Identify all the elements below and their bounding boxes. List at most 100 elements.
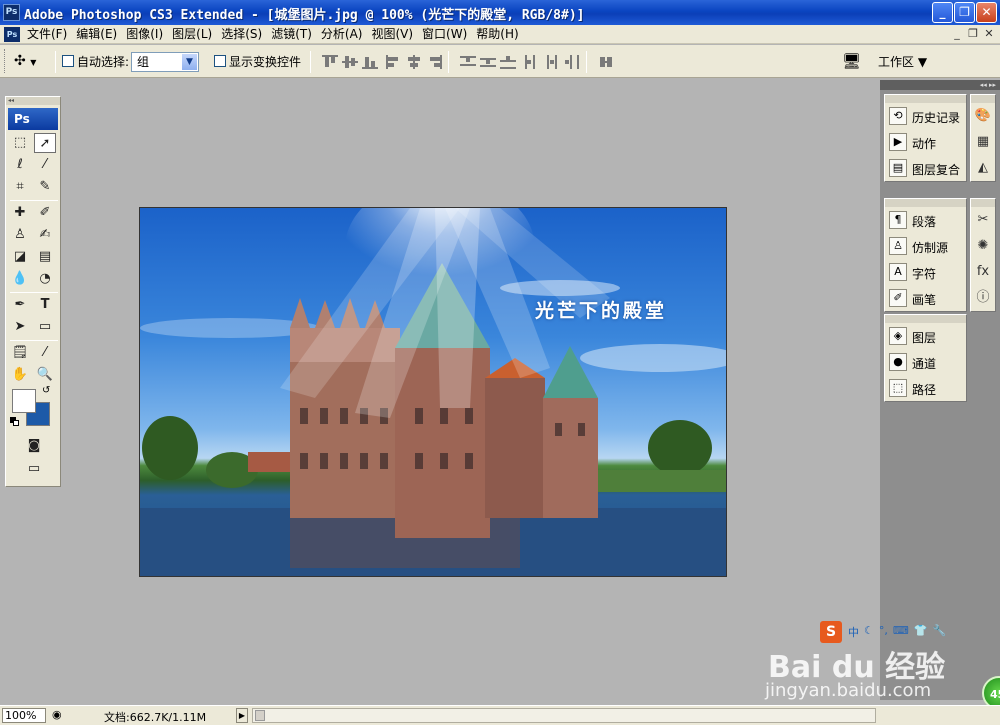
menu-analysis[interactable]: 分析(A) (318, 27, 369, 42)
dock-collapse-icon[interactable]: ◂◂ ▸▸ (880, 80, 1000, 90)
menu-file[interactable]: 文件(F) (24, 27, 73, 42)
document-icon[interactable]: Ps (4, 27, 20, 42)
scrollbar-thumb[interactable] (255, 710, 265, 721)
brush-tool-icon[interactable]: ✐ (34, 203, 56, 223)
panel-group-grip[interactable] (971, 95, 995, 103)
default-colors-icon[interactable] (10, 417, 20, 427)
pen-tool-icon[interactable]: ✒ (9, 295, 31, 315)
status-menu-arrow-icon[interactable]: ▶ (236, 708, 248, 723)
panel-layers[interactable]: ◈ 图层 (885, 323, 966, 349)
align-horizontal-center-icon[interactable] (406, 55, 422, 69)
doc-close-button[interactable]: ✕ (982, 27, 996, 41)
distribute-vertical-center-icon[interactable] (480, 55, 496, 69)
ps-logo[interactable]: Ps (8, 108, 58, 130)
marquee-tool-icon[interactable]: ⬚ (9, 133, 31, 153)
move-tool-preset-icon[interactable]: ✣ ▼ (14, 51, 50, 71)
move-tool-icon[interactable]: ➚ (34, 133, 56, 153)
keyboard-icon[interactable]: ⌨ (893, 624, 909, 640)
restore-button[interactable]: ❐ (954, 2, 975, 23)
menu-edit[interactable]: 编辑(E) (73, 27, 123, 42)
options-grip[interactable] (4, 49, 7, 73)
hand-tool-icon[interactable]: ✋ (9, 365, 31, 385)
align-right-icon[interactable] (426, 55, 442, 69)
tool-presets-icon[interactable]: ✂ (971, 207, 995, 233)
panel-character[interactable]: A 字符 (885, 259, 966, 285)
workspace-icon[interactable]: 🖥 (842, 51, 866, 71)
panel-channels[interactable]: ● 通道 (885, 349, 966, 375)
gradient-tool-icon[interactable]: ▤ (34, 247, 56, 267)
sogou-ime-icon[interactable]: S (820, 621, 842, 643)
healing-brush-tool-icon[interactable]: ✚ (9, 203, 31, 223)
workspace-button[interactable]: 工作区 ▼ (878, 53, 927, 70)
screen-mode-icon[interactable]: ▭ (23, 459, 45, 479)
rectangle-tool-icon[interactable]: ▭ (34, 317, 56, 337)
panel-group-grip[interactable] (971, 199, 995, 207)
doc-restore-button[interactable]: ❐ (966, 27, 980, 41)
panel-actions[interactable]: ▶ 动作 (885, 129, 966, 155)
color-palette-icon[interactable]: 🎨 (971, 103, 995, 129)
panel-history[interactable]: ⟲ 历史记录 (885, 103, 966, 129)
menu-select[interactable]: 选择(S) (218, 27, 268, 42)
horizontal-scrollbar[interactable] (252, 708, 876, 723)
menu-window[interactable]: 窗口(W) (419, 27, 473, 42)
distribute-top-icon[interactable] (460, 55, 476, 69)
panel-group-grip[interactable] (885, 315, 966, 323)
zoom-field[interactable]: 100% (2, 708, 46, 723)
menu-help[interactable]: 帮助(H) (473, 27, 524, 42)
align-bottom-icon[interactable] (362, 55, 378, 69)
eyedropper-tool-icon[interactable]: ⁄ (34, 343, 56, 363)
history-brush-tool-icon[interactable]: ✍ (34, 225, 56, 245)
panel-group-grip[interactable] (885, 95, 966, 103)
panel-brushes[interactable]: ✐ 画笔 (885, 285, 966, 311)
eraser-tool-icon[interactable]: ◪ (9, 247, 31, 267)
panel-paths[interactable]: ⬚ 路径 (885, 375, 966, 401)
dodge-tool-icon[interactable]: ◔ (34, 269, 56, 289)
distribute-bottom-icon[interactable] (500, 55, 516, 69)
panel-layer-comps[interactable]: ▤ 图层复合 (885, 155, 966, 181)
panel-group-grip[interactable] (885, 199, 966, 207)
align-top-icon[interactable] (322, 55, 338, 69)
photoshop-app-icon[interactable]: Ps (3, 4, 20, 21)
document-canvas[interactable]: 光芒下的殿堂 (139, 207, 727, 577)
tools-panel-grip[interactable]: ◂◂ (6, 97, 60, 105)
quick-mask-icon[interactable]: ◙ (23, 436, 45, 456)
menu-image[interactable]: 图像(I) (123, 27, 169, 42)
path-selection-tool-icon[interactable]: ➤ (9, 317, 31, 337)
menu-layer[interactable]: 图层(L) (169, 27, 218, 42)
menu-view[interactable]: 视图(V) (368, 27, 419, 42)
close-button[interactable]: ✕ (976, 2, 997, 23)
align-left-icon[interactable] (386, 55, 402, 69)
distribute-left-icon[interactable] (524, 55, 540, 69)
align-vertical-center-icon[interactable] (342, 55, 358, 69)
foreground-color-swatch[interactable] (12, 389, 36, 413)
minimize-button[interactable]: _ (932, 2, 953, 23)
auto-select-checkbox[interactable] (62, 55, 74, 67)
crop-tool-icon[interactable]: ⌗ (9, 177, 31, 197)
zoom-tool-icon[interactable]: 🔍 (34, 365, 56, 385)
panel-clone-source[interactable]: ♙ 仿制源 (885, 233, 966, 259)
distribute-horizontal-center-icon[interactable] (544, 55, 560, 69)
info-icon[interactable]: ⓘ (971, 285, 995, 311)
slice-tool-icon[interactable]: ✎ (34, 177, 56, 197)
magic-wand-tool-icon[interactable]: ⁄ (34, 155, 56, 175)
blur-tool-icon[interactable]: 💧 (9, 269, 31, 289)
menu-filter[interactable]: 滤镜(T) (268, 27, 318, 42)
ime-mode-icon[interactable]: 中 (848, 624, 859, 640)
swatches-icon[interactable]: ▦ (971, 129, 995, 155)
fx-icon[interactable]: fx (971, 259, 995, 285)
panel-paragraph[interactable]: ¶ 段落 (885, 207, 966, 233)
notes-tool-icon[interactable]: 🗒 (9, 343, 31, 363)
auto-select-dropdown[interactable]: 组 ▼ (131, 52, 199, 72)
moon-icon[interactable]: ☾ (864, 624, 874, 640)
show-transform-checkbox[interactable] (214, 55, 226, 67)
status-info-icon[interactable]: ◉ (52, 708, 62, 721)
type-tool-icon[interactable]: T (34, 295, 56, 315)
wrench-icon[interactable]: 🔧 (932, 624, 946, 640)
clone-stamp-tool-icon[interactable]: ♙ (9, 225, 31, 245)
doc-minimize-button[interactable]: _ (950, 27, 964, 41)
styles-icon[interactable]: ✺ (971, 233, 995, 259)
punctuation-icon[interactable]: °, (879, 624, 888, 640)
skin-icon[interactable]: 👕 (914, 624, 928, 640)
distribute-right-icon[interactable] (564, 55, 580, 69)
swap-colors-icon[interactable]: ↺ (42, 385, 50, 396)
